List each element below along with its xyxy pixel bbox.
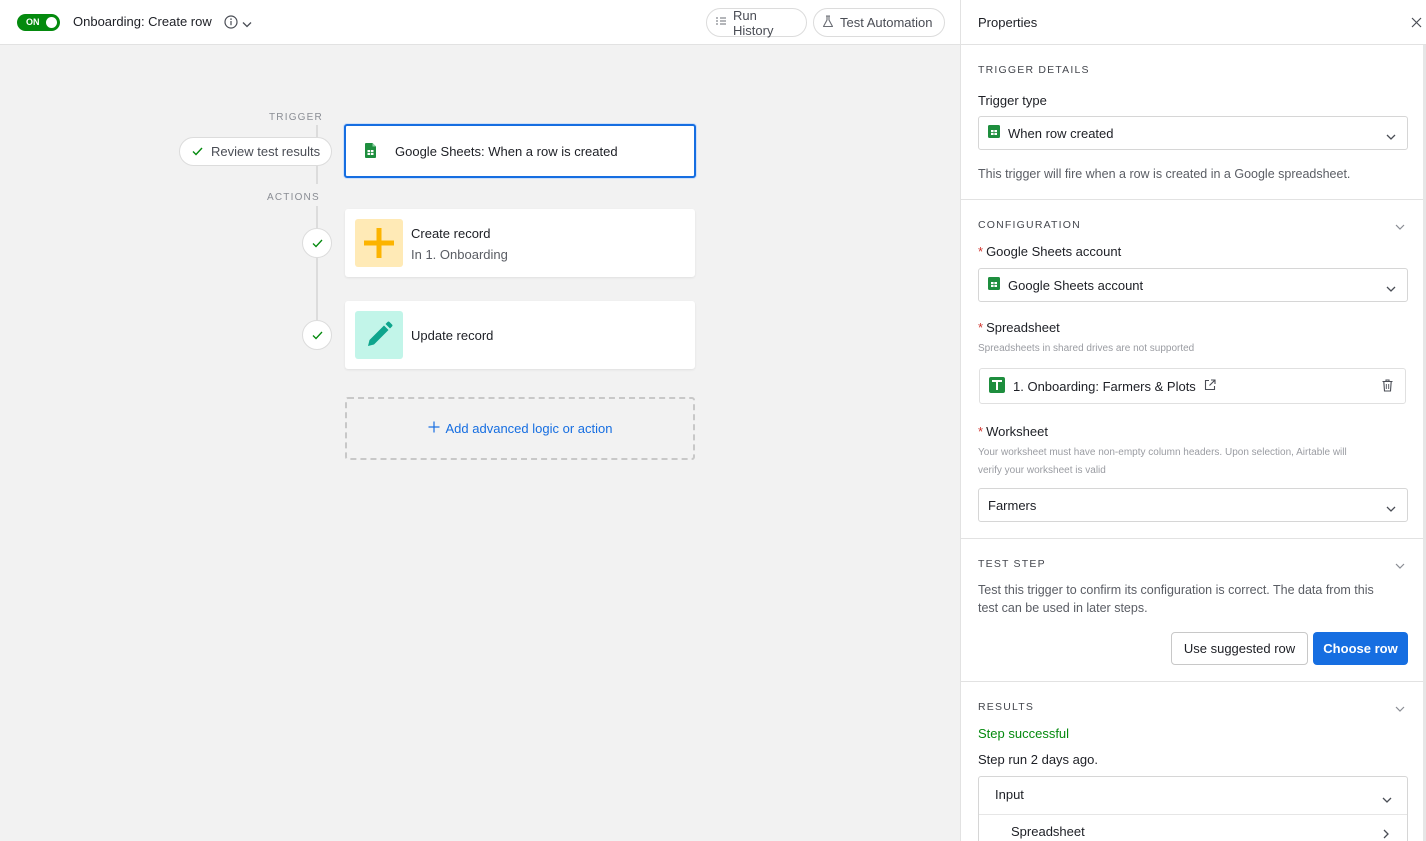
- input-divider: [979, 814, 1407, 815]
- spreadsheet-hint: Spreadsheets in shared drives are not su…: [978, 343, 1195, 354]
- spreadsheet-value: 1. Onboarding: Farmers & Plots: [1013, 378, 1196, 394]
- chevron-down-icon[interactable]: [242, 17, 252, 32]
- trigger-section-label: TRIGGER: [269, 112, 323, 123]
- toggle-label: ON: [26, 17, 40, 27]
- results-run-time: Step run 2 days ago.: [978, 752, 1098, 767]
- trigger-description: This trigger will fire when a row is cre…: [978, 167, 1351, 181]
- spreadsheet-field[interactable]: 1. Onboarding: Farmers & Plots: [979, 368, 1406, 404]
- add-advanced-logic-button[interactable]: Add advanced logic or action: [345, 397, 695, 460]
- account-value: Google Sheets account: [1008, 277, 1144, 293]
- test-step-description-line-1: Test this trigger to confirm its configu…: [978, 583, 1374, 597]
- review-test-results-button[interactable]: Review test results: [179, 137, 332, 166]
- workflow-canvas: TRIGGER ACTIONS Review test results Goog…: [0, 45, 960, 841]
- automation-on-toggle[interactable]: ON: [17, 14, 60, 31]
- test-step-heading: TEST STEP: [978, 558, 1046, 570]
- info-icon[interactable]: [224, 15, 238, 32]
- plus-icon: [355, 219, 403, 267]
- step-success-indicator: [302, 228, 332, 258]
- connector-line: [316, 125, 318, 137]
- close-icon[interactable]: [1411, 16, 1422, 31]
- results-heading: RESULTS: [978, 701, 1035, 713]
- automation-header: ON Onboarding: Create row Run History Te…: [0, 0, 960, 45]
- input-section-toggle[interactable]: Input: [995, 787, 1024, 802]
- action-card-create-record[interactable]: Create record In 1. Onboarding: [345, 209, 695, 277]
- worksheet-value: Farmers: [988, 497, 1037, 513]
- test-automation-label: Test Automation: [840, 15, 933, 30]
- trigger-details-heading: TRIGGER DETAILS: [978, 64, 1090, 76]
- trigger-card-label: Google Sheets: When a row is created: [395, 144, 618, 159]
- worksheet-hint-line-2: verify your worksheet is valid: [978, 465, 1106, 476]
- panel-title: Properties: [978, 15, 1038, 30]
- google-sheets-account-select[interactable]: Google Sheets account: [978, 268, 1408, 302]
- step-success-indicator: [302, 320, 332, 350]
- check-icon: [312, 239, 322, 247]
- spreadsheet-label: * Spreadsheet: [978, 320, 1060, 335]
- trigger-type-label: Trigger type: [978, 93, 1047, 108]
- spreadsheet-icon: [989, 376, 1005, 396]
- add-action-label: Add advanced logic or action: [445, 421, 613, 436]
- use-suggested-row-button[interactable]: Use suggested row: [1171, 632, 1308, 665]
- section-divider: [961, 199, 1426, 200]
- worksheet-hint-line-1: Your worksheet must have non-empty colum…: [978, 447, 1347, 458]
- automation-title[interactable]: Onboarding: Create row: [73, 14, 212, 29]
- chevron-down-icon[interactable]: [1395, 558, 1405, 573]
- section-divider: [961, 538, 1426, 539]
- choose-row-button[interactable]: Choose row: [1313, 632, 1408, 665]
- run-history-button[interactable]: Run History: [706, 7, 807, 38]
- actions-section-label: ACTIONS: [267, 192, 320, 203]
- action-name: Update record: [411, 328, 494, 343]
- check-icon: [192, 144, 203, 159]
- configuration-heading: CONFIGURATION: [978, 219, 1081, 231]
- chevron-down-icon: [1386, 501, 1396, 516]
- action-name: Create record: [411, 226, 491, 241]
- chevron-right-icon[interactable]: [1383, 827, 1390, 841]
- account-label: * Google Sheets account: [978, 244, 1122, 259]
- pencil-icon: [355, 311, 403, 359]
- connector-line: [316, 258, 318, 320]
- google-sheets-icon: [988, 277, 1000, 293]
- chevron-down-icon[interactable]: [1395, 219, 1405, 234]
- google-sheets-icon: [988, 125, 1000, 141]
- chevron-down-icon: [1386, 281, 1396, 296]
- check-icon: [312, 331, 322, 339]
- chevron-down-icon[interactable]: [1395, 701, 1405, 716]
- action-card-update-record[interactable]: Update record: [345, 301, 695, 369]
- flask-icon: [822, 14, 834, 31]
- connector-line: [316, 206, 318, 228]
- trigger-type-select[interactable]: When row created: [978, 116, 1408, 150]
- input-spreadsheet-row[interactable]: Spreadsheet: [1011, 824, 1085, 839]
- chevron-down-icon[interactable]: [1382, 792, 1392, 807]
- trigger-card[interactable]: Google Sheets: When a row is created: [344, 124, 696, 178]
- toggle-knob: [46, 17, 57, 28]
- test-automation-button[interactable]: Test Automation: [813, 8, 945, 37]
- trash-icon[interactable]: [1382, 379, 1393, 395]
- external-link-icon[interactable]: [1204, 378, 1216, 394]
- worksheet-select[interactable]: Farmers: [978, 488, 1408, 522]
- review-test-results-label: Review test results: [211, 144, 321, 159]
- trigger-type-value: When row created: [1008, 125, 1114, 141]
- connector-line: [316, 166, 318, 184]
- google-sheets-icon: [365, 143, 376, 161]
- list-icon: [715, 15, 727, 30]
- section-divider: [961, 681, 1426, 682]
- test-step-description-line-2: test can be used in later steps.: [978, 601, 1148, 615]
- action-subtitle: In 1. Onboarding: [411, 247, 508, 262]
- results-input-box: Input Spreadsheet: [978, 776, 1408, 841]
- worksheet-label: * Worksheet: [978, 424, 1048, 439]
- chevron-down-icon: [1386, 129, 1396, 144]
- plus-icon: [428, 421, 440, 436]
- results-status: Step successful: [978, 726, 1070, 741]
- panel-header: Properties: [961, 0, 1426, 45]
- run-history-label: Run History: [733, 7, 774, 38]
- properties-panel: Properties TRIGGER DETAILS Trigger type …: [960, 0, 1426, 841]
